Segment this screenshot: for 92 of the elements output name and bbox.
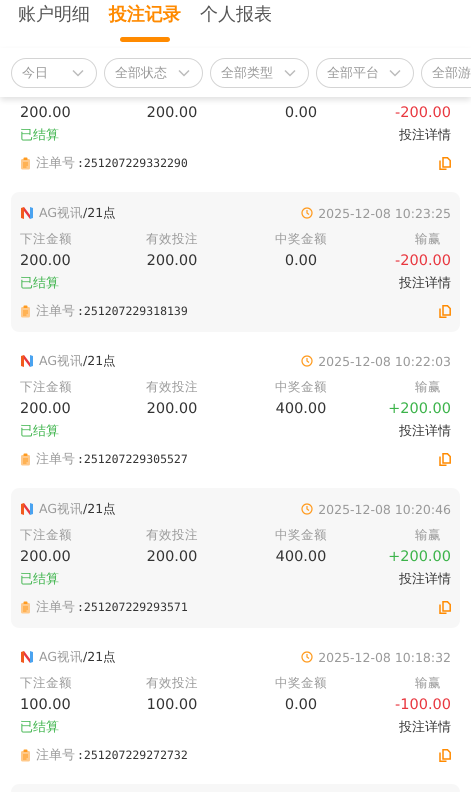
column-label: 下注金额 (20, 526, 73, 544)
amount-value: 200.00 (20, 104, 72, 123)
logo-icon (20, 650, 34, 664)
amount-value: 200.00 (146, 252, 198, 271)
column-label: 有效投注 (145, 378, 199, 396)
column-label: 下注金额 (20, 674, 73, 692)
logo-icon (20, 354, 34, 368)
column-label: 有效投注 (145, 674, 199, 692)
order-number: :251207229332290 (77, 156, 188, 170)
clipboard-icon (20, 748, 31, 762)
game-name: /21点 (83, 204, 116, 222)
game-name: /21点 (83, 648, 116, 666)
clock-icon (301, 355, 314, 367)
status-text: 已结算 (20, 127, 59, 145)
tab[interactable]: 账户明细 (18, 3, 90, 27)
order-label: 注单号 (36, 599, 75, 616)
amount-value: -200.00 (394, 104, 451, 123)
column-label: 下注金额 (20, 230, 73, 248)
clock-icon (301, 207, 314, 219)
chevron-icon (284, 68, 296, 76)
amount-value: 200.00 (20, 400, 72, 419)
logo-icon (20, 206, 34, 220)
column-label: 下注金额 (20, 378, 73, 396)
amount-value: 400.00 (274, 400, 328, 419)
amount-value: 200.00 (146, 548, 198, 567)
column-label: 输赢 (414, 674, 442, 692)
copy-icon[interactable] (439, 156, 451, 170)
amount-value: -200.00 (394, 252, 451, 271)
amount-value: 200.00 (146, 400, 198, 419)
column-label: 中奖金额 (274, 230, 328, 248)
details-link[interactable]: 投注详情 (399, 422, 451, 442)
order-number: :251207229272732 (77, 748, 188, 762)
amount-value: 0.00 (284, 104, 318, 123)
order-label: 注单号 (36, 303, 75, 320)
clock-icon (301, 503, 314, 515)
clipboard-icon (20, 600, 31, 614)
platform-name: AG视讯 (39, 500, 84, 518)
status-text: 已结算 (20, 571, 59, 589)
logo-icon (20, 502, 34, 516)
order-number: :251207229318139 (77, 304, 188, 318)
order-label: 注单号 (36, 451, 75, 468)
details-link[interactable]: 投注详情 (399, 718, 451, 738)
details-link[interactable]: 投注详情 (399, 570, 451, 590)
game-name: /21点 (83, 500, 116, 518)
column-label: 中奖金额 (274, 378, 328, 396)
clipboard-icon (20, 156, 31, 170)
amount-value: 0.00 (284, 252, 318, 271)
tab[interactable]: 个人报表 (200, 3, 272, 27)
clipboard-icon (20, 452, 31, 466)
order-label: 注单号 (36, 747, 75, 764)
amount-value: 100.00 (146, 696, 198, 715)
amount-value: 400.00 (274, 548, 328, 567)
amount-value: 200.00 (20, 548, 72, 567)
game-name: /21点 (83, 352, 116, 370)
bet-time: 2025-12-08 10:20:46 (318, 502, 451, 516)
bet-time: 2025-12-08 10:18:32 (318, 650, 451, 664)
amount-value: -100.00 (394, 696, 451, 715)
amount-value: +200.00 (387, 548, 451, 567)
order-number: :251207229305527 (77, 452, 188, 466)
details-link[interactable]: 投注详情 (399, 126, 451, 146)
chevron-icon (389, 68, 401, 76)
column-label: 中奖金额 (274, 526, 328, 544)
column-label: 输赢 (414, 230, 442, 248)
chevron-icon (72, 68, 84, 76)
status-text: 已结算 (20, 423, 59, 441)
amount-value: +200.00 (387, 400, 451, 419)
column-label: 输赢 (414, 526, 442, 544)
clock-icon (301, 651, 314, 663)
platform-name: AG视讯 (39, 352, 84, 370)
copy-icon[interactable] (439, 452, 451, 466)
column-label: 输赢 (414, 378, 442, 396)
order-label: 注单号 (36, 155, 75, 172)
copy-icon[interactable] (439, 748, 451, 762)
status-text: 已结算 (20, 275, 59, 293)
bet-time: 2025-12-08 10:23:25 (318, 206, 451, 220)
amount-value: 200.00 (146, 104, 198, 123)
platform-name: AG视讯 (39, 648, 84, 666)
clipboard-icon (20, 304, 31, 318)
details-link[interactable]: 投注详情 (399, 274, 451, 294)
column-label: 有效投注 (145, 526, 199, 544)
status-text: 已结算 (20, 719, 59, 737)
column-label: 中奖金额 (274, 674, 328, 692)
amount-value: 0.00 (284, 696, 318, 715)
platform-name: AG视讯 (39, 204, 84, 222)
chevron-icon (178, 68, 190, 76)
amount-value: 100.00 (20, 696, 72, 715)
order-number: :251207229293571 (77, 600, 188, 614)
amount-value: 200.00 (20, 252, 72, 271)
copy-icon[interactable] (439, 304, 451, 318)
copy-icon[interactable] (439, 600, 451, 614)
bet-time: 2025-12-08 10:22:03 (318, 354, 451, 368)
column-label: 有效投注 (145, 230, 199, 248)
